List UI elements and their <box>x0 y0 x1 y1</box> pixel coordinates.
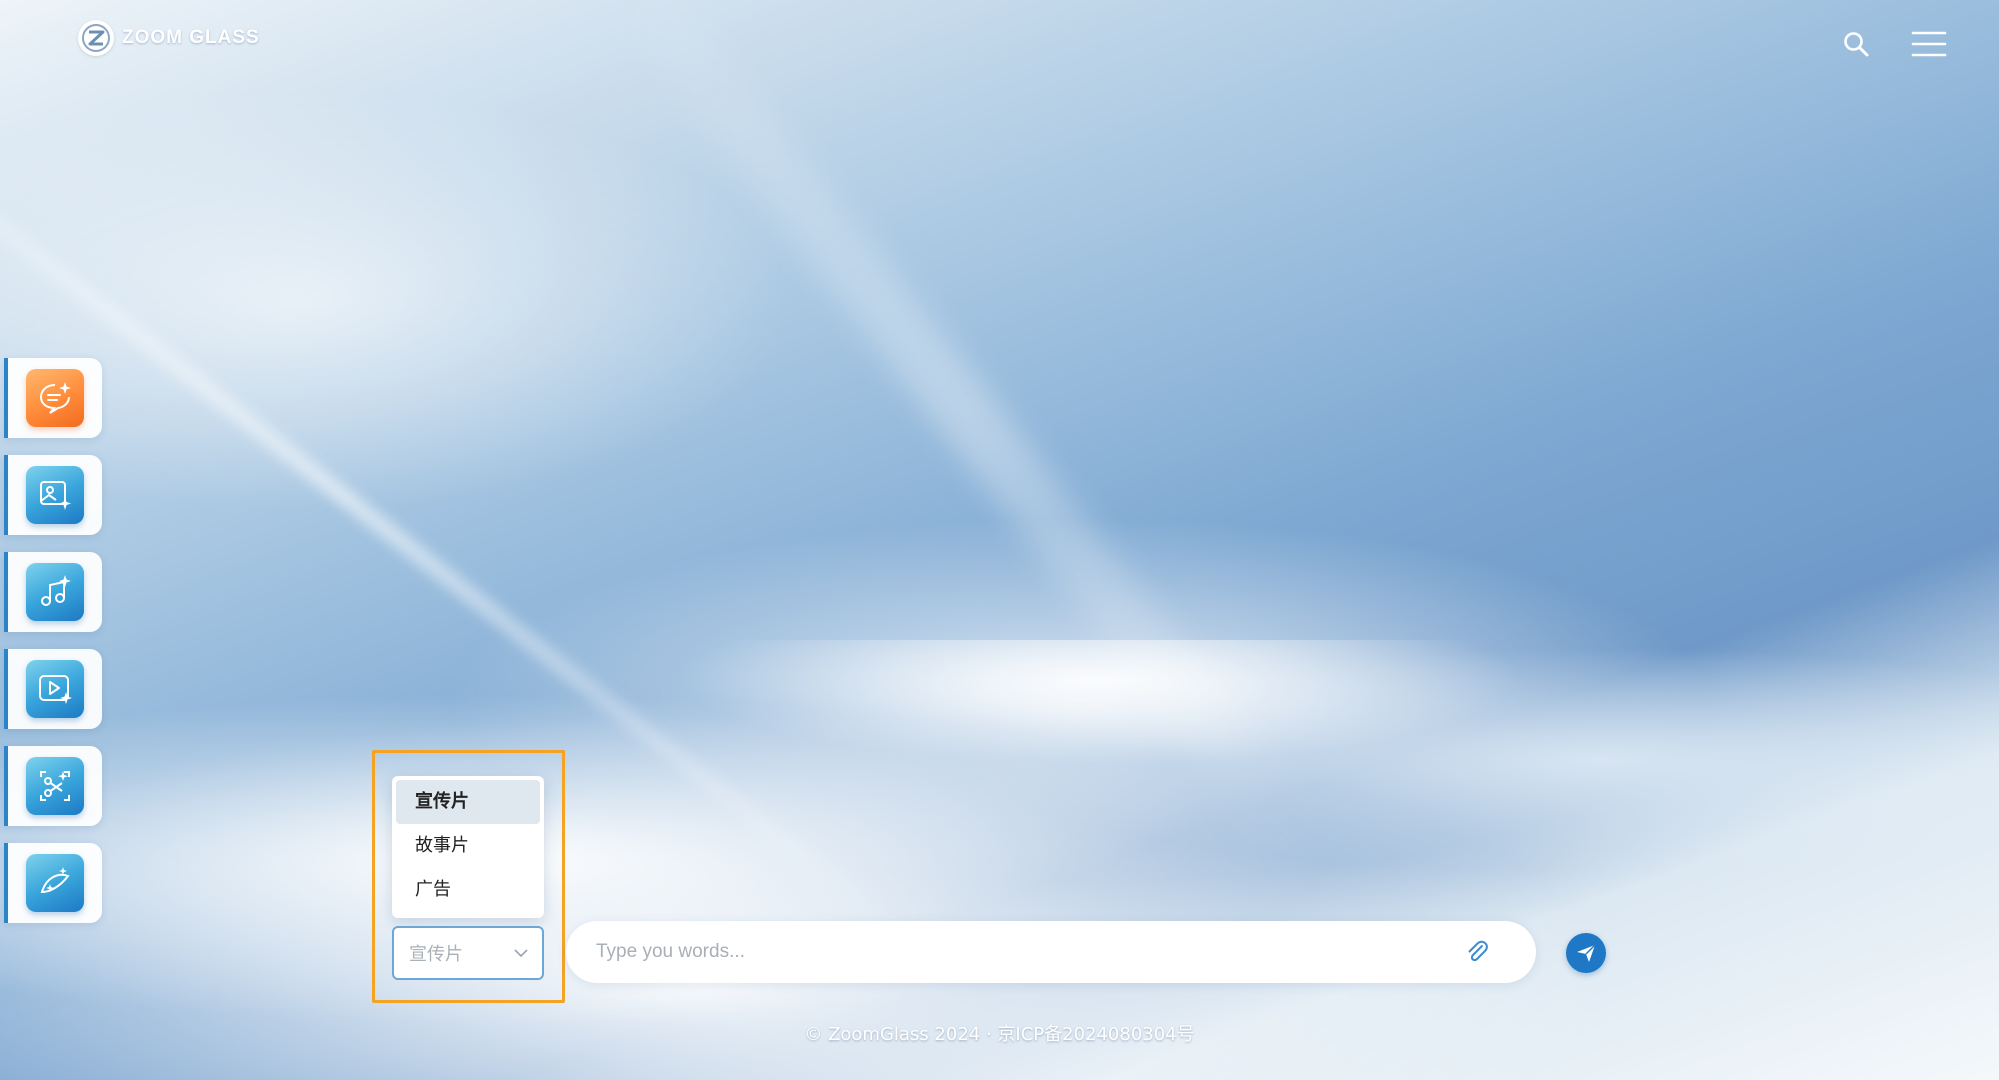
send-button[interactable] <box>1566 933 1606 973</box>
prompt-input-bar <box>566 921 1536 983</box>
dropdown-option-promo[interactable]: 宣传片 <box>396 780 540 824</box>
chat-sparkle-icon <box>26 369 84 427</box>
image-sparkle-icon <box>26 466 84 524</box>
search-icon <box>1844 32 1869 57</box>
search-button[interactable] <box>1838 26 1874 62</box>
magic-wand-sparkle-icon <box>26 854 84 912</box>
music-sparkle-icon <box>26 563 84 621</box>
brand-name: ZOOM GLASS <box>122 27 260 48</box>
paperclip-icon <box>1468 940 1488 962</box>
category-select[interactable]: 宣传片 <box>392 926 544 980</box>
sidebar-item-edit[interactable] <box>4 746 102 826</box>
sidebar-item-chat[interactable] <box>4 358 102 438</box>
brand-logo[interactable]: ZOOM GLASS <box>78 20 260 56</box>
footer-copyright: © ZoomGlass 2024 · 京ICP备2024080304号 <box>804 1024 1195 1045</box>
sidebar-item-image[interactable] <box>4 455 102 535</box>
video-sparkle-icon <box>26 660 84 718</box>
hamburger-menu-icon <box>1911 31 1947 57</box>
chevron-down-icon <box>514 949 528 958</box>
dropdown-option-ad[interactable]: 广告 <box>396 868 540 912</box>
attach-button[interactable] <box>1458 933 1496 971</box>
sidebar-item-video[interactable] <box>4 649 102 729</box>
prompt-input[interactable] <box>596 941 1458 963</box>
scissors-sparkle-icon <box>26 757 84 815</box>
sidebar-item-music[interactable] <box>4 552 102 632</box>
paper-plane-send-icon <box>1577 944 1596 962</box>
background-snow-dunes <box>0 640 1999 1080</box>
category-select-value: 宣传片 <box>409 944 463 965</box>
z-globe-logo-icon <box>78 20 114 56</box>
category-dropdown-menu: 宣传片 故事片 广告 <box>392 776 544 918</box>
sidebar-item-magic[interactable] <box>4 843 102 923</box>
dropdown-option-story[interactable]: 故事片 <box>396 824 540 868</box>
menu-button[interactable] <box>1910 26 1948 62</box>
tool-sidebar <box>4 358 102 923</box>
